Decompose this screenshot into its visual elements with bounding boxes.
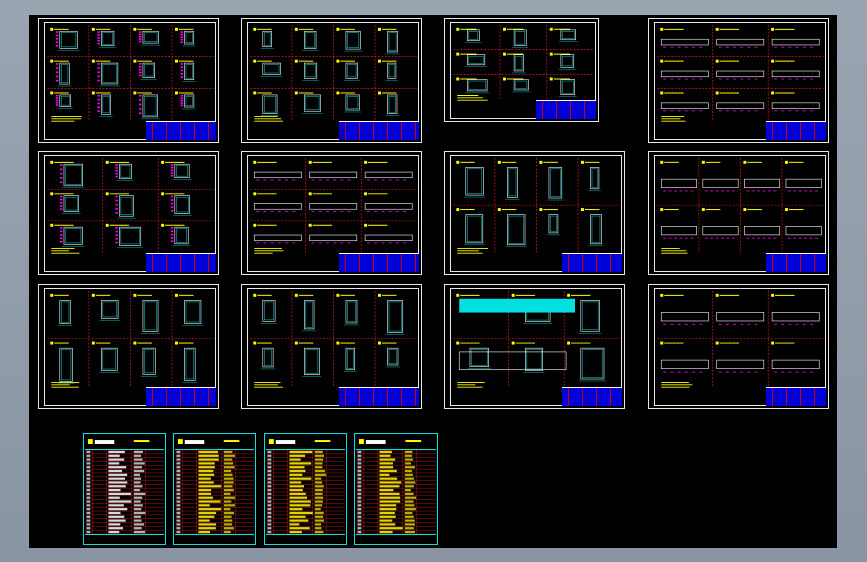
parts-list-sheet-3[interactable] <box>264 433 347 545</box>
drawing-sheet-9[interactable] <box>38 284 219 409</box>
title-block <box>146 253 216 272</box>
drawing-sheet-12[interactable] <box>648 284 829 409</box>
title-block <box>339 387 419 406</box>
parts-list-footer <box>356 534 436 543</box>
drawing-sheet-7[interactable] <box>444 151 625 275</box>
model-space[interactable] <box>29 15 837 548</box>
parts-list-body <box>85 449 164 535</box>
parts-list-header <box>175 435 254 450</box>
title-block <box>146 387 216 406</box>
parts-list-body <box>356 449 436 535</box>
parts-list-header <box>85 435 164 450</box>
title-block <box>339 121 419 140</box>
drawing-sheet-1[interactable] <box>38 18 219 143</box>
parts-list-body <box>266 449 345 535</box>
title-block <box>766 121 826 140</box>
parts-list-header <box>266 435 345 450</box>
drawing-sheet-4[interactable] <box>648 18 829 143</box>
drawing-sheet-6[interactable] <box>241 151 422 275</box>
parts-list-footer <box>266 534 345 543</box>
cad-viewport[interactable] <box>0 0 867 562</box>
drawing-sheet-8[interactable] <box>648 151 829 275</box>
title-block <box>146 121 216 140</box>
parts-list-body <box>175 449 254 535</box>
title-block <box>562 253 622 272</box>
parts-list-header <box>356 435 436 450</box>
title-block <box>766 253 826 272</box>
drawing-sheet-3[interactable] <box>444 18 599 122</box>
drawing-sheet-10[interactable] <box>241 284 422 409</box>
parts-list-grid <box>85 449 164 535</box>
title-block <box>339 253 419 272</box>
parts-list-grid <box>175 449 254 535</box>
drawing-sheet-5[interactable] <box>38 151 219 275</box>
drawing-sheet-11[interactable] <box>444 284 625 409</box>
title-block <box>536 100 596 119</box>
title-block <box>766 387 826 406</box>
parts-list-grid <box>266 449 345 535</box>
parts-list-footer <box>175 534 254 543</box>
title-block <box>562 387 622 406</box>
parts-list-sheet-4[interactable] <box>354 433 438 545</box>
parts-list-sheet-1[interactable] <box>83 433 166 545</box>
parts-list-grid <box>356 449 436 535</box>
parts-list-sheet-2[interactable] <box>173 433 256 545</box>
drawing-sheet-2[interactable] <box>241 18 422 143</box>
parts-list-footer <box>85 534 164 543</box>
